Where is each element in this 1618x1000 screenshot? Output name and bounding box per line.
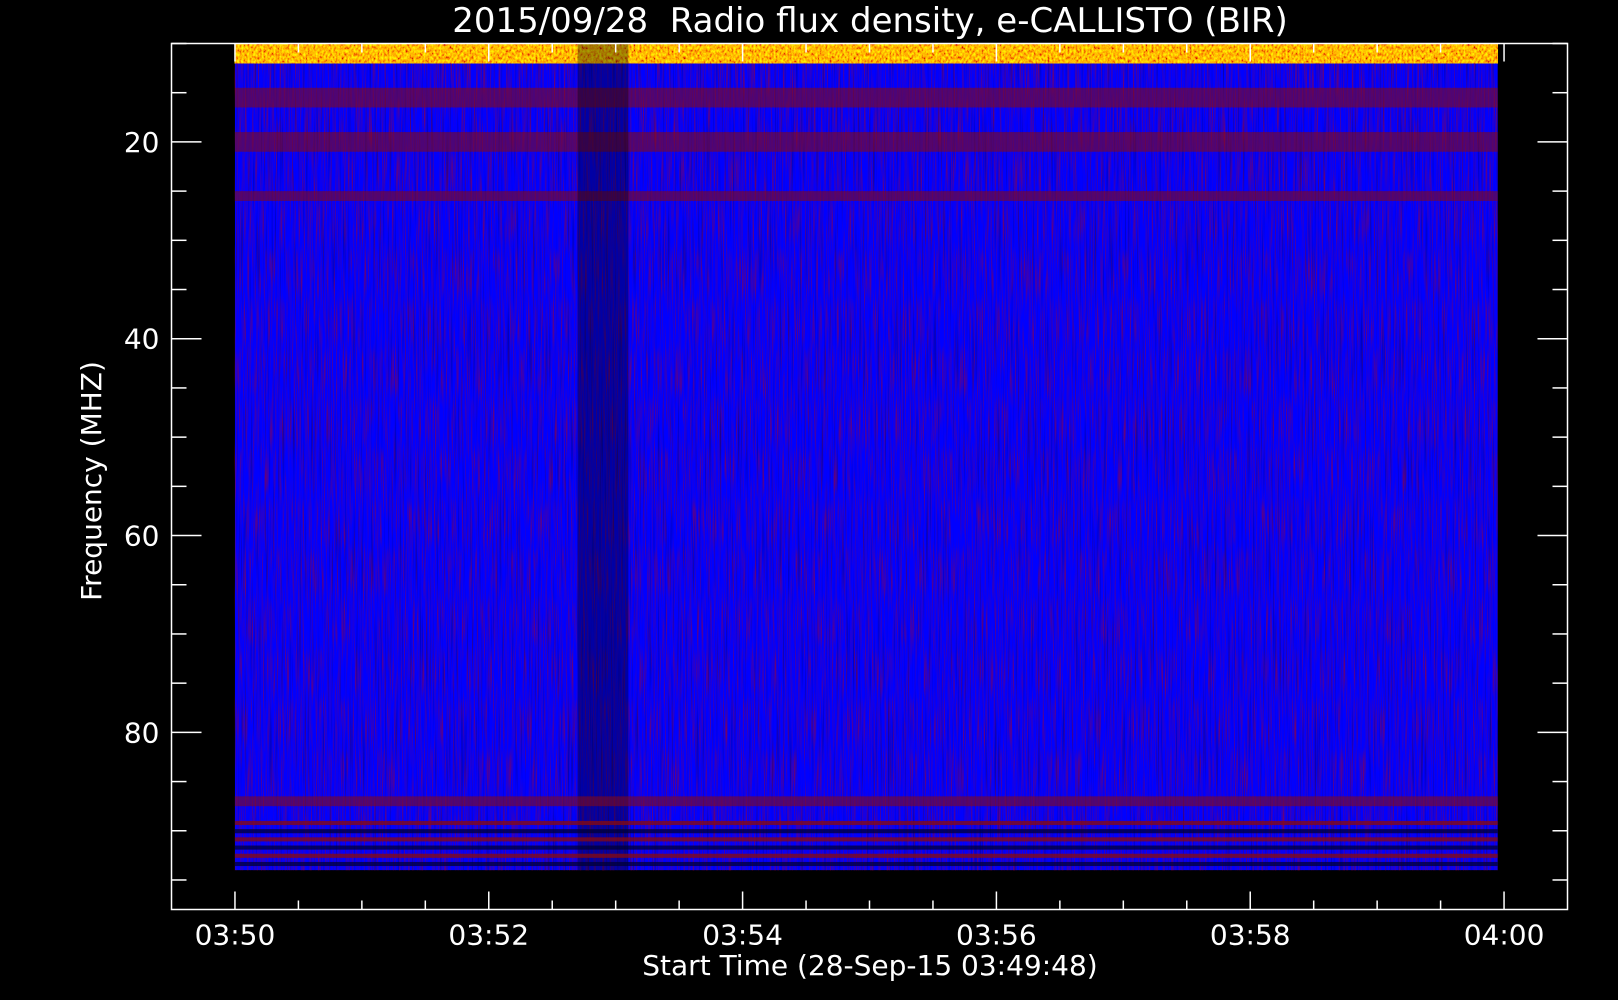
x-tick-label: 03:54 bbox=[702, 919, 783, 952]
red-band bbox=[234, 796, 1498, 807]
hot-band bbox=[234, 43, 1498, 64]
red-band bbox=[234, 132, 1498, 152]
x-tick-label: 03:58 bbox=[1210, 919, 1291, 952]
x-axis-label: Start Time (28-Sep-15 03:49:48) bbox=[642, 949, 1097, 982]
dark-vertical-band bbox=[577, 43, 629, 871]
plot-area bbox=[234, 43, 1498, 871]
x-tick-label: 03:52 bbox=[448, 919, 529, 952]
red-band bbox=[234, 87, 1498, 108]
y-tick-label: 20 bbox=[124, 126, 160, 159]
y-tick-label: 60 bbox=[124, 520, 160, 553]
bottom-band-stripe bbox=[234, 861, 1498, 867]
x-tick-label: 03:50 bbox=[195, 919, 276, 952]
bottom-band-stripe bbox=[234, 845, 1498, 850]
red-band bbox=[234, 191, 1498, 201]
y-tick-label: 40 bbox=[124, 323, 160, 356]
y-axis-label: Frequency (MHZ) bbox=[75, 361, 108, 601]
bottom-band-stripe bbox=[234, 837, 1498, 842]
x-tick-label: 04:00 bbox=[1464, 919, 1545, 952]
bottom-band-stripe bbox=[234, 853, 1498, 858]
heatmap-noise-dark bbox=[234, 43, 1498, 871]
x-tick-label: 03:56 bbox=[956, 919, 1037, 952]
y-tick-label: 80 bbox=[124, 716, 160, 749]
bottom-band-stripe bbox=[234, 820, 1498, 826]
chart-title: 2015/09/28 Radio flux density, e-CALLIST… bbox=[452, 1, 1288, 41]
bottom-band-stripe bbox=[234, 829, 1498, 834]
spectrogram-chart: 2015/09/28 Radio flux density, e-CALLIST… bbox=[75, 1, 1569, 982]
